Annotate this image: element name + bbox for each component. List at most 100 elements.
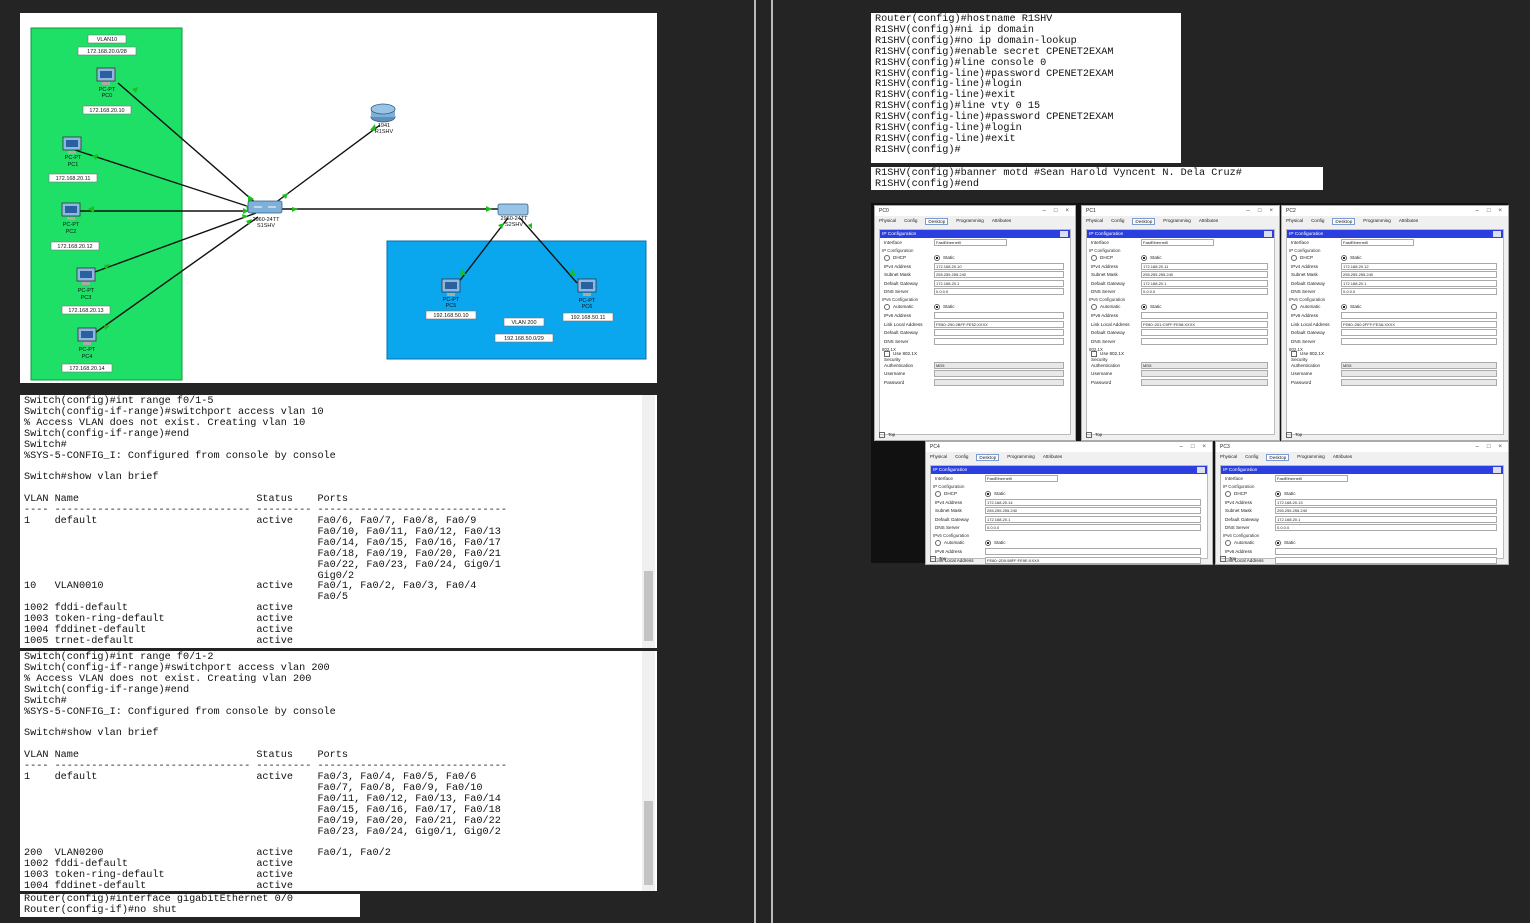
ipv6-auto-radio[interactable]: Automatic (1300, 304, 1320, 309)
dns-field[interactable]: 0.0.0.0 (1141, 288, 1268, 296)
gateway-label: Default Gateway (1291, 280, 1325, 286)
interface-select[interactable]: FastEthernet0 (985, 474, 1058, 482)
top-checkbox[interactable]: Top (1229, 556, 1236, 561)
tab-programming[interactable]: Programming (1363, 218, 1391, 225)
tab-physical[interactable]: Physical (879, 218, 896, 225)
tab-desktop[interactable]: Desktop (1266, 454, 1290, 461)
ipv6-auto-radio[interactable]: Automatic (1100, 304, 1120, 309)
router-r1shv[interactable]: 1941 R1SHV (370, 103, 396, 135)
dhcp-radio[interactable]: DHCP (1100, 255, 1113, 260)
top-checkbox[interactable]: Top (888, 432, 895, 437)
tab-attributes[interactable]: Attributes (1199, 218, 1218, 225)
tab-physical[interactable]: Physical (1086, 218, 1103, 225)
static-radio[interactable]: Static (1284, 491, 1296, 496)
username-label: Username (1291, 371, 1313, 377)
dns-field[interactable]: 0.0.0.0 (1341, 288, 1497, 296)
dns-field[interactable]: 0.0.0.0 (934, 288, 1064, 296)
subnet-mask-field[interactable]: 255.255.255.240 (934, 271, 1064, 279)
tab-physical[interactable]: Physical (930, 454, 947, 461)
ipv6-auto-radio[interactable]: Automatic (893, 304, 913, 309)
ipv6-auto-radio[interactable]: Automatic (944, 540, 964, 545)
static-radio[interactable]: Static (943, 255, 955, 260)
terminal-vlan10-scroll-thumb[interactable] (644, 571, 653, 641)
window-title: PC2 (1286, 208, 1296, 214)
pc1-name: PC1 (68, 162, 79, 168)
link-local-field[interactable]: FE80::2D0:58FF:FE9E:XXXX (985, 556, 1201, 564)
ipv6-static-radio[interactable]: Static (1350, 304, 1362, 309)
tab-config[interactable]: Config (1311, 218, 1324, 225)
auth-select[interactable]: MD5 (1141, 361, 1268, 369)
gateway-field[interactable]: 172.168.20.1 (1341, 279, 1497, 287)
dhcp-radio[interactable]: DHCP (1234, 491, 1247, 496)
top-checkbox[interactable]: Top (1095, 432, 1102, 437)
ipv4-field[interactable]: 172.168.20.14 (985, 498, 1201, 506)
tab-desktop[interactable]: Desktop (925, 218, 949, 225)
tab-desktop[interactable]: Desktop (976, 454, 1000, 461)
dhcp-radio[interactable]: DHCP (944, 491, 957, 496)
interface-select[interactable]: FastEthernet0 (1341, 238, 1414, 246)
tab-physical[interactable]: Physical (1220, 454, 1237, 461)
interface-select[interactable]: FastEthernet0 (1275, 474, 1348, 482)
subnet-mask-field[interactable]: 255.255.255.240 (1275, 507, 1497, 515)
tab-programming[interactable]: Programming (1007, 454, 1035, 461)
switch-s1shv[interactable]: 2960-24TT S1SHV (247, 200, 283, 229)
tab-attributes[interactable]: Attributes (1333, 454, 1352, 461)
gateway-field[interactable]: 172.168.20.1 (985, 515, 1201, 523)
interface-select[interactable]: FastEthernet0 (1141, 238, 1214, 246)
terminal-vlan10-scrollbar[interactable] (642, 395, 655, 648)
tab-attributes[interactable]: Attributes (992, 218, 1011, 225)
dhcp-radio[interactable]: DHCP (1300, 255, 1313, 260)
tab-physical[interactable]: Physical (1286, 218, 1303, 225)
subnet-mask-field[interactable]: 255.255.255.240 (1141, 271, 1268, 279)
ipv4-field[interactable]: 172.168.20.11 (1141, 262, 1268, 270)
ipv6-auto-radio[interactable]: Automatic (1234, 540, 1254, 545)
ipv4-field[interactable]: 172.168.20.13 (1275, 498, 1497, 506)
tab-programming[interactable]: Programming (956, 218, 984, 225)
tab-config[interactable]: Config (1245, 454, 1258, 461)
top-checkbox[interactable]: Top (939, 556, 946, 561)
gateway-field[interactable]: 172.168.20.1 (1141, 279, 1268, 287)
ipv4-field[interactable]: 172.168.20.10 (934, 262, 1064, 270)
tab-config[interactable]: Config (1111, 218, 1124, 225)
top-checkbox[interactable]: Top (1295, 432, 1302, 437)
tab-config[interactable]: Config (904, 218, 917, 225)
gateway-field[interactable]: 172.168.20.1 (934, 279, 1064, 287)
ipv6-static-radio[interactable]: Static (994, 540, 1006, 545)
ipv4-field[interactable]: 172.168.20.12 (1341, 262, 1497, 270)
subnet-mask-field[interactable]: 255.255.255.240 (985, 507, 1201, 515)
auth-select[interactable]: MD5 (1341, 361, 1497, 369)
ipv6-gateway-label: Default Gateway (1291, 330, 1325, 336)
link-local-field[interactable]: FE80::201:C9FF:FE98:XXXX (1141, 320, 1268, 328)
window-title: PC1 (1086, 208, 1096, 214)
interface-select[interactable]: FastEthernet0 (934, 238, 1007, 246)
link-local-field[interactable] (1275, 556, 1497, 564)
tab-desktop[interactable]: Desktop (1332, 218, 1356, 225)
dns-field[interactable]: 0.0.0.0 (985, 524, 1201, 532)
link-local-field[interactable]: FE80::260:2FFF:FE3A:XXXX (1341, 320, 1497, 328)
static-radio[interactable]: Static (1350, 255, 1362, 260)
tab-programming[interactable]: Programming (1163, 218, 1191, 225)
ipv6-static-radio[interactable]: Static (1284, 540, 1296, 545)
tab-attributes[interactable]: Attributes (1043, 454, 1062, 461)
tab-config[interactable]: Config (955, 454, 968, 461)
terminal-vlan200-scroll-thumb[interactable] (644, 801, 653, 885)
pc-ip-config-window-pc2: PC2– □ × Physical Config Desktop Programming A… (1281, 205, 1509, 441)
tab-attributes[interactable]: Attributes (1399, 218, 1418, 225)
link-local-field[interactable]: FE80::290:2BFF:FE52:XXXX (934, 320, 1064, 328)
tab-programming[interactable]: Programming (1297, 454, 1325, 461)
dhcp-radio[interactable]: DHCP (893, 255, 906, 260)
static-radio[interactable]: Static (1150, 255, 1162, 260)
window-title: PC4 (930, 444, 940, 450)
ipv6-static-radio[interactable]: Static (943, 304, 955, 309)
ipv6-static-radio[interactable]: Static (1150, 304, 1162, 309)
gateway-label: Default Gateway (1091, 280, 1125, 286)
gateway-field[interactable]: 172.168.20.1 (1275, 515, 1497, 523)
static-radio[interactable]: Static (994, 491, 1006, 496)
terminal-vlan200-scrollbar[interactable] (642, 651, 655, 891)
dns-label: DNS Server (1091, 289, 1116, 295)
auth-select[interactable]: MD5 (934, 361, 1064, 369)
subnet-mask-field[interactable]: 255.255.255.240 (1341, 271, 1497, 279)
dns-label: DNS Server (884, 289, 909, 295)
dns-field[interactable]: 0.0.0.0 (1275, 524, 1497, 532)
tab-desktop[interactable]: Desktop (1132, 218, 1156, 225)
